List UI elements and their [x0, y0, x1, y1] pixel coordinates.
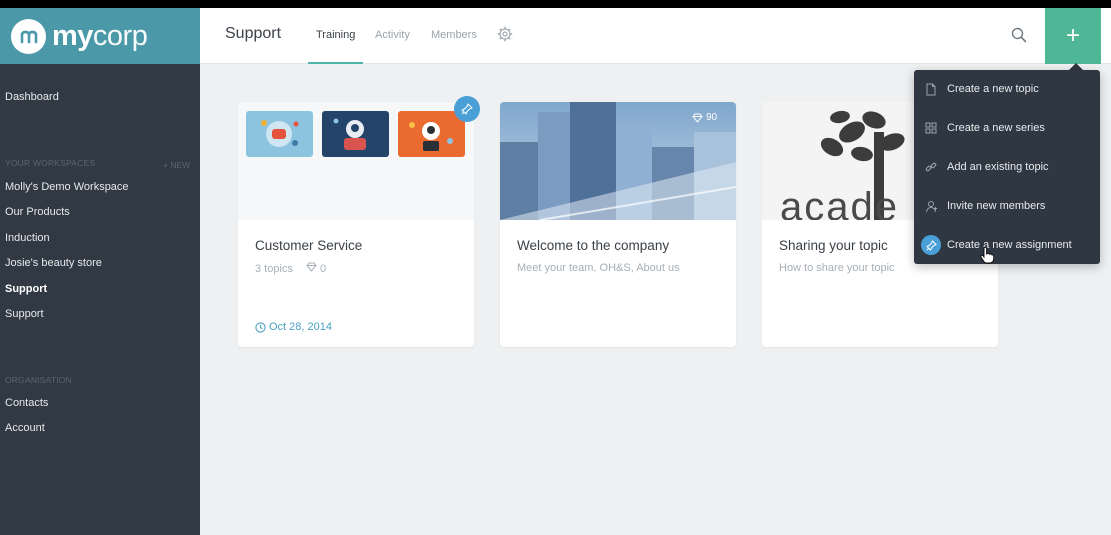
menu-item-label: Create a new topic [947, 83, 1039, 95]
sidebar-item-josies-beauty-store[interactable]: Josie's beauty store [5, 257, 102, 269]
topic-count: 3 topics [255, 263, 293, 275]
pin-icon[interactable] [454, 96, 480, 122]
search-icon[interactable] [1011, 27, 1027, 48]
menu-item-create-new-series[interactable]: Create a new series [914, 109, 1100, 147]
date-text: Oct 28, 2014 [269, 321, 332, 333]
card-welcome-to-the-company[interactable]: 90 Welcome to the company Meet your team… [500, 102, 736, 347]
sidebar-item-mollys-demo-workspace[interactable]: Molly's Demo Workspace [5, 181, 129, 193]
menu-item-label: Create a new series [947, 122, 1045, 134]
top-black-bar [0, 0, 1111, 8]
thumbnail-headset-agent [398, 111, 465, 157]
menu-item-label: Add an existing topic [947, 161, 1049, 173]
hand-pointer-cursor-icon [980, 246, 995, 269]
active-tab-underline [308, 62, 363, 64]
card-title: Welcome to the company [517, 238, 670, 253]
like-count: 90 [706, 112, 718, 123]
document-icon [921, 79, 941, 99]
card-title: Customer Service [255, 238, 363, 253]
new-workspace-button[interactable]: + NEW [163, 160, 190, 170]
organisation-heading: ORGANISATION [5, 375, 72, 385]
diamond-icon [306, 262, 320, 275]
sidebar: mycorp Dashboard YOUR WORKSPACES + NEW M… [0, 8, 200, 535]
page-title: Support [225, 25, 282, 42]
logo-text: mycorp [52, 19, 148, 52]
workspaces-heading: YOUR WORKSPACES [5, 158, 96, 168]
gear-icon[interactable] [497, 26, 513, 47]
card-subtitle: Meet your team, OH&S, About us [517, 262, 680, 274]
menu-item-create-new-assignment[interactable]: Create a new assignment [914, 226, 1100, 264]
card-likes: 90 [692, 112, 717, 123]
tab-members[interactable]: Members [431, 29, 477, 41]
tab-activity[interactable]: Activity [375, 29, 410, 41]
logo[interactable]: mycorp [0, 8, 200, 64]
header: Support Training Activity Members + [200, 8, 1111, 64]
sidebar-item-dashboard[interactable]: Dashboard [5, 91, 59, 103]
menu-item-invite-new-members[interactable]: Invite new members [914, 187, 1100, 225]
card-media [238, 102, 474, 220]
tab-training[interactable]: Training [316, 29, 355, 41]
thumbnail-phone-support [246, 111, 313, 157]
pin-icon [921, 235, 941, 255]
grid-icon [921, 118, 941, 138]
logo-mark-icon [11, 18, 46, 54]
sidebar-item-our-products[interactable]: Our Products [5, 206, 70, 218]
academy-logo-text: acade [780, 185, 899, 220]
sidebar-item-account[interactable]: Account [5, 422, 45, 434]
menu-item-label: Invite new members [947, 200, 1046, 212]
sidebar-item-support[interactable]: Support [5, 308, 44, 320]
menu-item-add-existing-topic[interactable]: Add an existing topic [914, 148, 1100, 186]
clock-icon [255, 321, 266, 333]
sidebar-item-induction[interactable]: Induction [5, 232, 50, 244]
person-add-icon [921, 196, 941, 216]
card-meta: 3 topics 0 [255, 262, 326, 275]
card-subtitle: How to share your topic [779, 262, 895, 274]
like-count: 0 [320, 263, 327, 275]
dropdown-caret [1069, 63, 1083, 70]
add-dropdown-menu: Create a new topic Create a new series A… [914, 70, 1100, 264]
add-button[interactable]: + [1045, 8, 1101, 64]
sidebar-item-contacts[interactable]: Contacts [5, 397, 48, 409]
diamond-icon [692, 113, 703, 123]
menu-item-create-new-topic[interactable]: Create a new topic [914, 70, 1100, 108]
thumbnail-support-agent [322, 111, 389, 157]
menu-item-label: Create a new assignment [947, 239, 1072, 251]
card-date: Oct 28, 2014 [255, 321, 332, 333]
card-customer-service[interactable]: Customer Service 3 topics 0 Oct 28, 2014 [238, 96, 480, 347]
card-title: Sharing your topic [779, 238, 888, 253]
link-icon [921, 157, 941, 177]
sidebar-item-support-active[interactable]: Support [5, 283, 47, 295]
